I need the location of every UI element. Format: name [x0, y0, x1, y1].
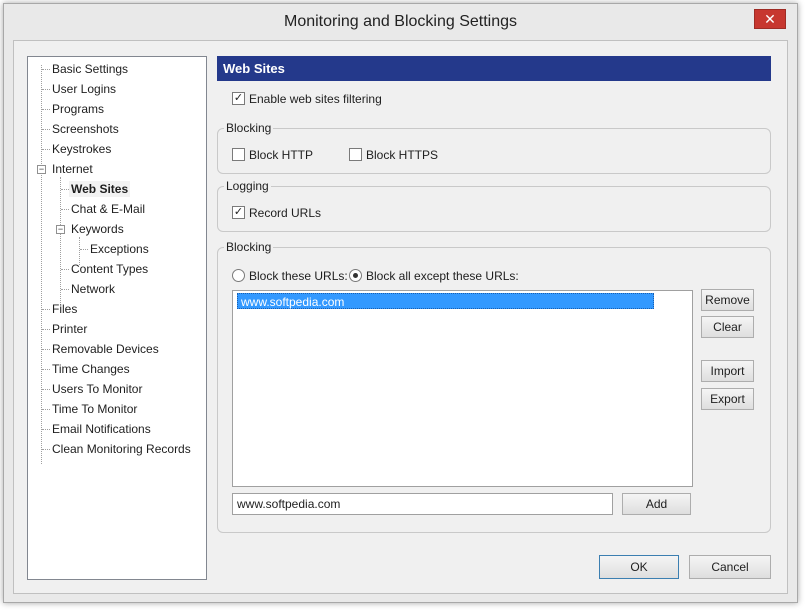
- keywords-collapse-icon[interactable]: −: [56, 225, 65, 234]
- export-button[interactable]: Export: [701, 388, 754, 410]
- block-http-label: Block HTTP: [249, 148, 314, 162]
- tree-item-chat-email[interactable]: Chat & E-Mail: [69, 201, 147, 217]
- remove-button[interactable]: Remove: [701, 289, 754, 311]
- block-http-checkbox[interactable]: [232, 148, 245, 161]
- tree-item-files[interactable]: Files: [50, 301, 79, 317]
- radio-selected-dot: [353, 273, 358, 278]
- block-these-urls-label: Block these URLs:: [249, 269, 348, 283]
- tree-item-clean-monitoring-records[interactable]: Clean Monitoring Records: [50, 441, 193, 457]
- tree-item-web-sites[interactable]: Web Sites: [69, 181, 131, 197]
- internet-collapse-icon[interactable]: −: [37, 165, 46, 174]
- title-bar[interactable]: Monitoring and Blocking Settings ✕: [4, 4, 797, 40]
- tree-internet-line: [60, 177, 61, 305]
- block-https-checkbox[interactable]: [349, 148, 362, 161]
- add-button[interactable]: Add: [622, 493, 691, 515]
- tree-item-content-types[interactable]: Content Types: [69, 261, 150, 277]
- list-item[interactable]: www.softpedia.com: [237, 293, 654, 309]
- tree-item-printer[interactable]: Printer: [50, 321, 89, 337]
- tree-item-programs[interactable]: Programs: [50, 101, 106, 117]
- block-all-except-label: Block all except these URLs:: [366, 269, 519, 283]
- tree-item-exceptions[interactable]: Exceptions: [88, 241, 151, 257]
- enable-filtering-checkbox[interactable]: ✓: [232, 92, 245, 105]
- url-blocking-group-title: Blocking: [224, 240, 274, 254]
- tree-root-line: [41, 65, 42, 464]
- settings-tree: Basic Settings User Logins Programs Scre…: [27, 56, 207, 580]
- block-these-urls-radio[interactable]: [232, 269, 245, 282]
- dialog-body: Basic Settings User Logins Programs Scre…: [13, 40, 788, 594]
- record-urls-label: Record URLs: [249, 206, 322, 220]
- tree-item-keystrokes[interactable]: Keystrokes: [50, 141, 113, 157]
- blocking-group-title: Blocking: [224, 121, 274, 135]
- close-button[interactable]: ✕: [754, 9, 786, 29]
- tree-item-removable-devices[interactable]: Removable Devices: [50, 341, 161, 357]
- logging-group-title: Logging: [224, 179, 271, 193]
- tree-item-keywords[interactable]: Keywords: [69, 221, 126, 237]
- tree-item-internet[interactable]: Internet: [50, 161, 95, 177]
- check-mark-icon: ✓: [233, 206, 244, 218]
- import-button[interactable]: Import: [701, 360, 754, 382]
- settings-window: Monitoring and Blocking Settings ✕ Basic…: [3, 3, 798, 603]
- tree-item-network[interactable]: Network: [69, 281, 117, 297]
- url-input[interactable]: www.softpedia.com: [232, 493, 613, 515]
- tree-item-screenshots[interactable]: Screenshots: [50, 121, 121, 137]
- tree-item-users-to-monitor[interactable]: Users To Monitor: [50, 381, 144, 397]
- enable-filtering-label: Enable web sites filtering: [249, 92, 382, 106]
- block-all-except-radio[interactable]: [349, 269, 362, 282]
- clear-button[interactable]: Clear: [701, 316, 754, 338]
- cancel-button[interactable]: Cancel: [689, 555, 771, 579]
- tree-item-user-logins[interactable]: User Logins: [50, 81, 118, 97]
- block-https-label: Block HTTPS: [366, 148, 439, 162]
- ok-button[interactable]: OK: [599, 555, 679, 579]
- tree-item-email-notifications[interactable]: Email Notifications: [50, 421, 153, 437]
- tree-item-time-changes[interactable]: Time Changes: [50, 361, 132, 377]
- tree-item-time-to-monitor[interactable]: Time To Monitor: [50, 401, 139, 417]
- tree-item-basic-settings[interactable]: Basic Settings: [50, 61, 130, 77]
- check-mark-icon: ✓: [233, 92, 244, 104]
- window-title: Monitoring and Blocking Settings: [283, 13, 518, 30]
- record-urls-checkbox[interactable]: ✓: [232, 206, 245, 219]
- section-header: Web Sites: [217, 56, 771, 81]
- url-list[interactable]: www.softpedia.com: [232, 290, 693, 487]
